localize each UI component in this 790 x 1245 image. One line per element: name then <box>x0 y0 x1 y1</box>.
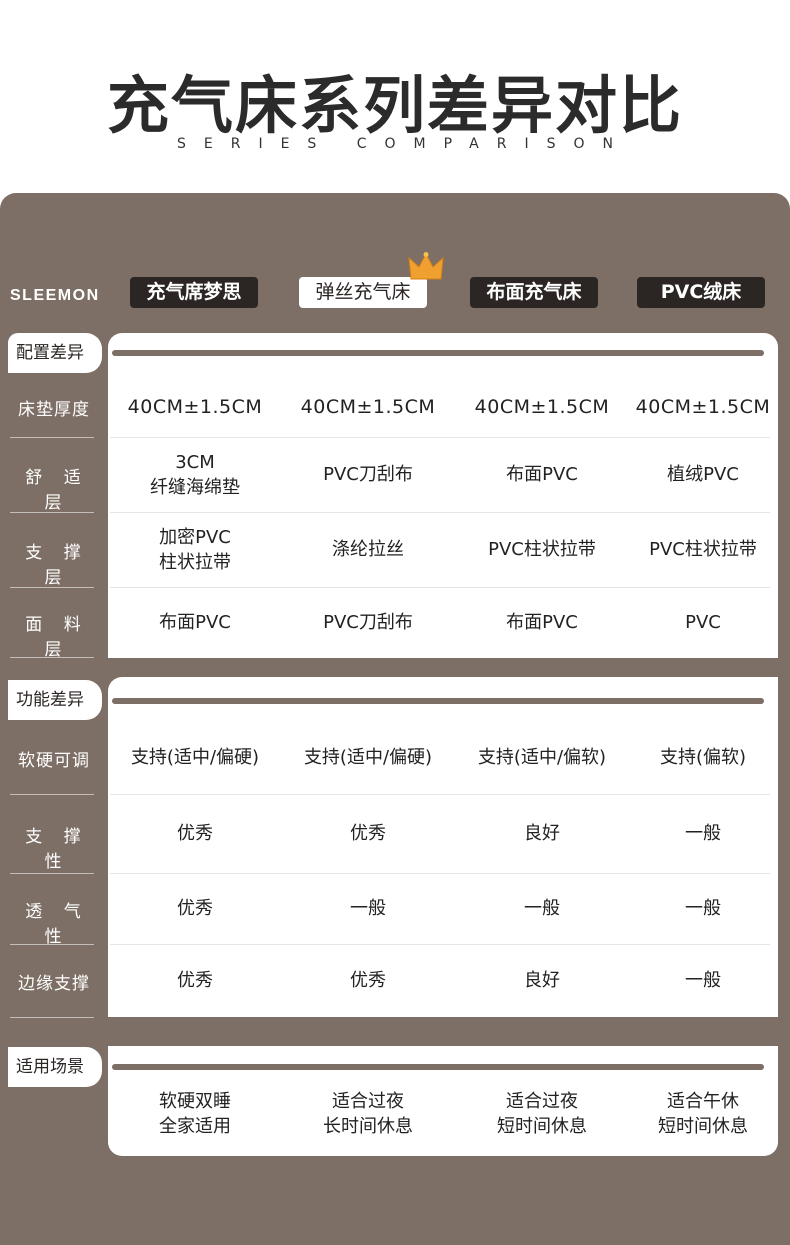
cell-line: 适合过夜 <box>332 1091 404 1112</box>
row-label-divider <box>10 587 94 588</box>
row-divider <box>110 944 770 945</box>
cell-line: PVC刀刮布 <box>323 464 413 485</box>
config-section-label: 配置差异 <box>8 333 102 373</box>
cell-line: 短时间休息 <box>497 1116 587 1137</box>
cell-line: 3CM <box>175 451 215 473</box>
page-title: 充气床系列差异对比 <box>106 69 683 142</box>
row-divider <box>110 587 770 588</box>
config-row-label: 支 撑 层 <box>25 542 89 588</box>
cell-line: 布面PVC <box>506 464 578 485</box>
function-card <box>108 677 778 1017</box>
scene-section-label: 适用场景 <box>8 1047 102 1087</box>
function-cell: 支持(适中/偏软) <box>477 747 607 768</box>
config-cell: 40CM±1.5CM <box>457 395 627 420</box>
function-cell: 优秀 <box>350 822 386 844</box>
config-cell: 40CM±1.5CM <box>110 395 280 420</box>
config-cell: PVC <box>618 610 788 635</box>
function-row-label: 透 气 性 <box>25 901 89 947</box>
cell-line: 柱状拉带 <box>159 551 231 573</box>
scene-cell: 软硬双睡 全家适用 <box>110 1089 280 1139</box>
scene-cell: 适合过夜 长时间休息 <box>283 1089 453 1139</box>
function-cell: 一般 <box>524 897 560 919</box>
config-cell: 3CM 纤缝海绵垫 <box>110 450 280 500</box>
function-cell: 优秀 <box>177 822 213 844</box>
function-cell: 良好 <box>524 969 560 991</box>
config-cell: 布面PVC <box>110 610 280 635</box>
cell-line: 长时间休息 <box>323 1116 413 1137</box>
cell-line: 全家适用 <box>159 1116 231 1137</box>
cell-line: PVC柱状拉带 <box>488 539 596 560</box>
cell-line: 加密PVC <box>159 526 231 548</box>
function-row-label: 软硬可调 <box>18 751 90 771</box>
function-cell: 良好 <box>524 822 560 844</box>
crown-icon <box>408 252 444 280</box>
row-label-divider <box>10 1017 94 1018</box>
row-divider <box>110 873 770 874</box>
config-cell: PVC柱状拉带 <box>618 537 788 562</box>
config-row-label: 床垫厚度 <box>18 400 90 420</box>
row-divider <box>110 794 770 795</box>
cell-line: 40CM±1.5CM <box>300 395 436 418</box>
cell-line: 涤纶拉丝 <box>332 539 404 560</box>
function-section-line <box>112 698 764 704</box>
function-cell: 支持(适中/偏硬) <box>303 747 433 768</box>
function-cell: 一般 <box>685 822 721 844</box>
config-cell: 加密PVC 柱状拉带 <box>110 525 280 575</box>
config-cell: 涤纶拉丝 <box>283 537 453 562</box>
function-cell: 支持(适中/偏硬) <box>130 747 260 768</box>
cell-line: 布面PVC <box>506 611 578 633</box>
cell-line: PVC柱状拉带 <box>649 539 757 560</box>
function-cell: 优秀 <box>177 897 213 919</box>
config-cell: PVC刀刮布 <box>283 610 453 635</box>
product-tag-4: PVC绒床 <box>637 277 765 308</box>
row-divider <box>110 512 770 513</box>
row-label-divider <box>10 512 94 513</box>
cell-line: PVC刀刮布 <box>323 611 413 633</box>
config-row-label: 面 料 层 <box>25 615 89 660</box>
row-label-divider <box>10 873 94 874</box>
product-tag-1: 充气席梦思 <box>130 277 258 308</box>
cell-line: 40CM±1.5CM <box>635 395 771 418</box>
config-cell: 40CM±1.5CM <box>618 395 788 420</box>
cell-line: 40CM±1.5CM <box>127 395 263 418</box>
cell-line: 软硬双睡 <box>159 1091 231 1112</box>
function-row-label: 支 撑 性 <box>25 826 89 872</box>
cell-line: 40CM±1.5CM <box>474 395 610 418</box>
row-label-divider <box>10 657 94 658</box>
cell-line: 适合过夜 <box>506 1091 578 1112</box>
config-cell: PVC柱状拉带 <box>457 537 627 562</box>
cell-line: 适合午休 <box>667 1091 739 1112</box>
function-section-label: 功能差异 <box>8 680 102 720</box>
function-cell: 一般 <box>685 969 721 991</box>
config-cell: 布面PVC <box>457 462 627 487</box>
cell-line: PVC <box>685 611 721 633</box>
page-subtitle: SERIES COMPARISON <box>176 136 631 152</box>
function-cell: 优秀 <box>350 969 386 991</box>
config-cell: 植绒PVC <box>618 462 788 487</box>
config-cell: 布面PVC <box>457 610 627 635</box>
cell-line: 纤缝海绵垫 <box>150 476 240 498</box>
scene-cell: 适合过夜 短时间休息 <box>457 1089 627 1139</box>
row-divider <box>110 437 770 438</box>
product-tag-3: 布面充气床 <box>470 277 598 308</box>
config-cell: 40CM±1.5CM <box>283 395 453 420</box>
function-cell: 支持(偏软) <box>659 747 747 768</box>
config-cell: PVC刀刮布 <box>283 462 453 487</box>
config-section-line <box>112 350 764 356</box>
function-row-label: 边缘支撑 <box>18 973 90 994</box>
row-label-divider <box>10 944 94 945</box>
scene-section-line <box>112 1064 764 1070</box>
row-label-divider <box>10 794 94 795</box>
cell-line: 植绒PVC <box>667 464 739 485</box>
cell-line: 布面PVC <box>159 611 231 633</box>
function-cell: 一般 <box>350 897 386 919</box>
scene-cell: 适合午休 短时间休息 <box>618 1089 788 1139</box>
cell-line: 短时间休息 <box>658 1116 748 1137</box>
function-cell: 优秀 <box>177 969 213 991</box>
config-row-label: 舒 适 层 <box>25 467 89 513</box>
row-label-divider <box>10 437 94 438</box>
function-cell: 一般 <box>685 897 721 919</box>
brand-logo: SLEEMON <box>10 287 100 304</box>
